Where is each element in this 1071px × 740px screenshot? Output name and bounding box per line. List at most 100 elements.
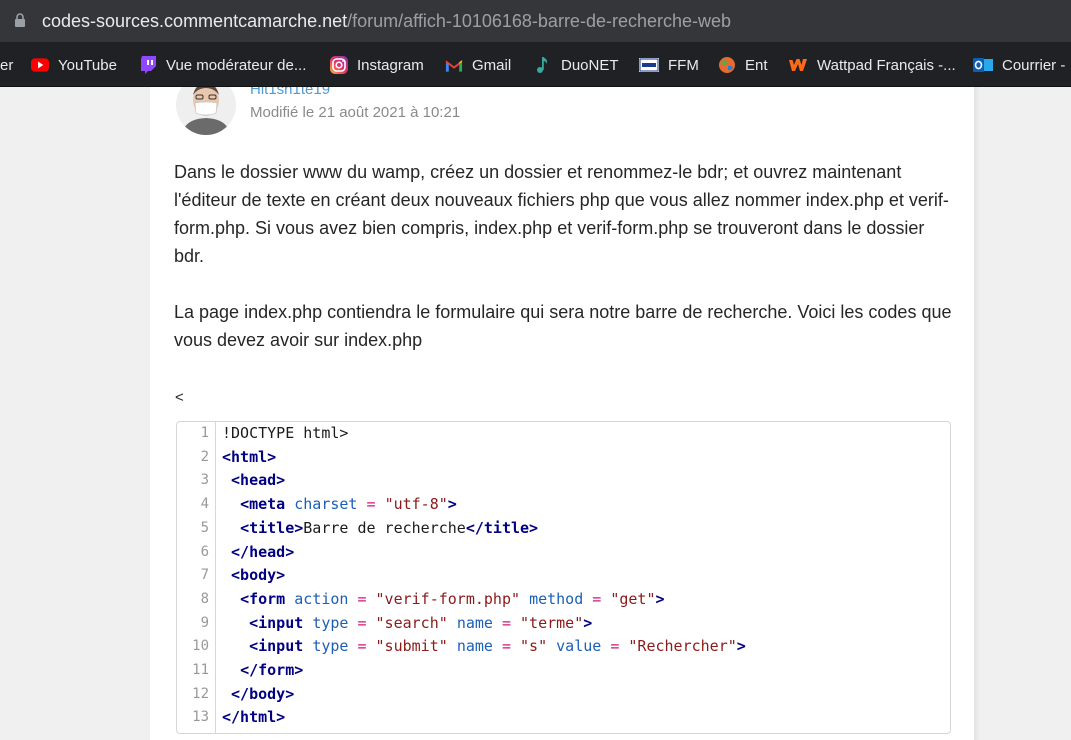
line-number: 10 xyxy=(192,638,209,655)
code-token: "utf-8" xyxy=(384,495,448,514)
bookmark-twitch[interactable]: Vue modérateur de... xyxy=(139,54,306,76)
bookmark-label: DuoNET xyxy=(561,56,619,74)
code-line: <input type = "search" name = "terme"> xyxy=(222,614,592,632)
bookmark-label: Gmail xyxy=(472,56,512,74)
twitch-icon xyxy=(139,56,157,74)
wattpad-icon xyxy=(788,56,808,74)
code-line: </body> xyxy=(222,685,294,703)
post-card: Hit1sh1te19 Modifié le 21 août 2021 à 10… xyxy=(150,87,974,740)
code-token: Barre de recherche xyxy=(303,518,466,537)
bookmark-partial[interactable]: er xyxy=(0,54,13,76)
code-token: </html> xyxy=(222,708,286,727)
code-line: <head> xyxy=(222,471,285,489)
bookmark-youtube[interactable]: YouTube xyxy=(31,54,117,76)
line-number: 13 xyxy=(192,709,209,726)
code-token: "terme" xyxy=(520,613,584,632)
code-token: !DOCTYPE html> xyxy=(222,424,349,442)
code-line: <input type = "submit" name = "s" value … xyxy=(222,637,746,655)
code-token: = xyxy=(501,637,511,656)
line-number: 7 xyxy=(200,567,209,584)
code-token: <body> xyxy=(231,566,286,585)
line-number: 11 xyxy=(192,662,209,678)
code-token: = xyxy=(592,589,602,608)
stray-character: < xyxy=(175,389,184,406)
bookmark-wattpad[interactable]: Wattpad Français -... xyxy=(788,54,956,76)
moto-icon xyxy=(639,56,659,74)
code-line: <meta charset = "utf-8"> xyxy=(222,495,457,513)
code-token: > xyxy=(583,613,593,632)
bookmark-label: Vue modérateur de... xyxy=(166,56,307,74)
bookmark-ffm[interactable]: FFM xyxy=(639,54,699,76)
line-number: 6 xyxy=(200,543,209,560)
code-token: <input xyxy=(249,637,304,656)
bookmark-instagram[interactable]: Instagram xyxy=(330,54,424,76)
code-token: <form xyxy=(240,589,286,608)
avatar[interactable] xyxy=(176,87,236,135)
line-number: 4 xyxy=(200,496,209,513)
bookmark-ent[interactable]: Ent xyxy=(718,54,768,76)
instagram-icon xyxy=(330,56,348,74)
bookmark-duonet[interactable]: DuoNET xyxy=(534,54,619,76)
post-paragraph-2: La page index.php contiendra le formulai… xyxy=(174,302,952,350)
post-paragraph-1: Dans le dossier www du wamp, créez un do… xyxy=(174,162,949,266)
code-token: method xyxy=(529,589,584,608)
code-token: </body> xyxy=(231,684,295,703)
youtube-icon xyxy=(31,56,49,74)
code-token: > xyxy=(447,495,457,514)
code-token: name xyxy=(456,637,493,656)
code-line: </html> xyxy=(222,708,285,726)
code-token: </form> xyxy=(240,661,304,679)
line-number: 1 xyxy=(200,425,209,441)
code-token: = xyxy=(357,589,367,608)
code-token: type xyxy=(312,613,349,632)
code-token: charset xyxy=(294,495,358,514)
bookmark-label: Courrier - xyxy=(1002,56,1066,74)
code-token: "verif-form.php" xyxy=(375,589,521,608)
code-token: = xyxy=(501,613,511,632)
line-number: 8 xyxy=(200,590,209,607)
bookmark-label: Ent xyxy=(745,56,768,74)
code-token: </head> xyxy=(231,542,295,561)
bookmark-label: Wattpad Français -... xyxy=(817,56,956,74)
line-number: 5 xyxy=(200,519,209,536)
code-token: "get" xyxy=(610,589,656,608)
code-line: <form action = "verif-form.php" method =… xyxy=(222,589,664,608)
globe-icon xyxy=(718,56,736,74)
url-domain: codes-sources.commentcamarche.net xyxy=(42,11,348,31)
bookmark-gmail[interactable]: Gmail xyxy=(445,54,511,76)
code-token: <head> xyxy=(231,471,286,490)
code-line: <body> xyxy=(222,566,285,584)
code-token: <input xyxy=(249,613,304,632)
url-path: /forum/affich-10106168-barre-de-recherch… xyxy=(347,11,732,31)
author-username[interactable]: Hit1sh1te19 xyxy=(250,87,330,98)
code-token: action xyxy=(294,589,349,608)
url-text[interactable]: codes-sources.commentcamarche.net/forum/… xyxy=(42,11,731,32)
code-line: <html> xyxy=(222,448,276,466)
code-token: "Rechercher" xyxy=(628,637,737,656)
address-bar[interactable]: codes-sources.commentcamarche.net/forum/… xyxy=(0,0,1071,42)
code-token: <meta xyxy=(240,495,286,514)
gmail-icon xyxy=(445,56,463,74)
bookmark-courrier[interactable]: Courrier - xyxy=(973,54,1065,76)
bookmarks-bar: er YouTube Vue modérateur de... Instagra… xyxy=(0,42,1071,87)
